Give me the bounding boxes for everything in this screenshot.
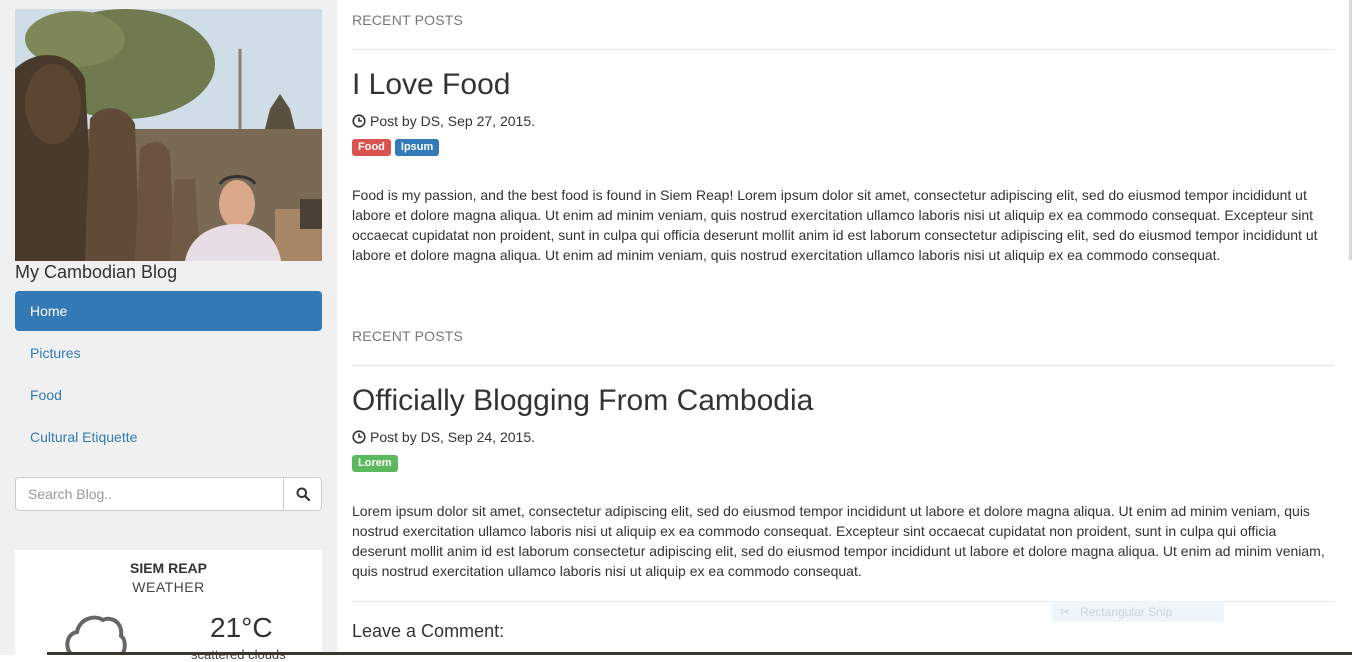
clock-icon	[352, 430, 366, 444]
search-input[interactable]	[15, 477, 283, 511]
weather-widget: SIEM REAP WEATHER 21°C scattered clouds	[15, 550, 322, 662]
post-tags: Lorem	[352, 455, 398, 472]
weather-label: WEATHER	[132, 579, 205, 595]
divider	[352, 365, 1334, 366]
post-meta: Post by DS, Sep 24, 2015.	[352, 429, 535, 445]
post-body: Food is my passion, and the best food is…	[352, 187, 1318, 263]
divider	[352, 49, 1334, 50]
nav-item-home[interactable]: Home	[15, 291, 322, 331]
snip-label: Rectangular Snip	[1080, 604, 1173, 619]
post-tags: Food Ipsum	[352, 139, 440, 156]
weather-city: SIEM REAP	[129, 560, 207, 576]
tag-lorem[interactable]: Lorem	[352, 455, 398, 472]
post-title[interactable]: Officially Blogging From Cambodia	[352, 384, 813, 418]
section-label: RECENT POSTS	[352, 328, 464, 344]
post-body: Lorem ipsum dolor sit amet, consectetur …	[352, 503, 1325, 579]
nav-item-pictures[interactable]: Pictures	[15, 333, 322, 373]
post-title[interactable]: I Love Food	[352, 68, 510, 102]
sidebar-nav: Home Pictures Food Cultural Etiquette	[15, 291, 322, 459]
post-meta-text: Post by DS, Sep 24, 2015.	[370, 429, 535, 445]
comment-heading: Leave a Comment:	[352, 621, 505, 641]
section-label: RECENT POSTS	[352, 12, 464, 28]
search-button[interactable]	[283, 477, 322, 511]
snip-overlay: ✂ Rectangular Snip	[1052, 601, 1224, 622]
tag-food[interactable]: Food	[352, 139, 391, 156]
blog-title: My Cambodian Blog	[15, 262, 178, 282]
cloud-icon	[65, 615, 127, 655]
weather-temperature: 21°C	[210, 612, 273, 643]
scissors-icon: ✂	[1060, 604, 1071, 619]
search-icon	[296, 487, 310, 501]
nav-item-food[interactable]: Food	[15, 375, 322, 415]
nav-item-cultural-etiquette[interactable]: Cultural Etiquette	[15, 417, 322, 457]
post-meta: Post by DS, Sep 27, 2015.	[352, 113, 535, 129]
sidebar: My Cambodian Blog Home Pictures Food Cul…	[0, 0, 337, 662]
tag-ipsum[interactable]: Ipsum	[394, 139, 440, 156]
header-photo	[15, 9, 322, 261]
search-form	[15, 477, 322, 511]
clock-icon	[352, 114, 366, 128]
post-meta-text: Post by DS, Sep 27, 2015.	[370, 113, 535, 129]
